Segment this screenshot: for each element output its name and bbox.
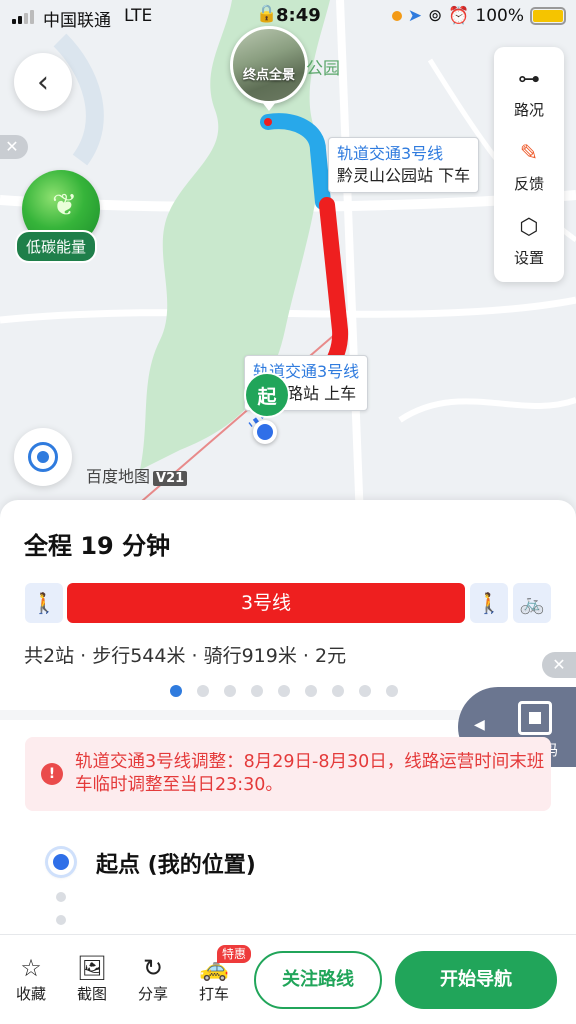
notice-text: 轨道交通3号线调整：8月29日-8月30日，线路运营时间末班车临时调整至当日23… [75,752,545,795]
page-dot [251,685,263,697]
share-label: 分享 [137,985,168,1003]
sprout-icon: ❦ [52,188,78,223]
page-dot [197,685,209,697]
carrier-label: 中国联通 [43,11,111,31]
page-dot [170,685,182,697]
screen-lock-icon: ⊚ [427,6,443,26]
metro-line-segment[interactable]: 3号线 [67,583,465,623]
origin-label: 起点 (我的位置) [96,853,256,878]
clock: 8:49 [276,5,321,26]
signal-icon [12,10,34,24]
route-step-dots [56,892,66,938]
my-location-dot [253,420,277,444]
logo-version: V21 [153,471,188,486]
crosshair-icon [28,442,58,472]
bike-segment[interactable]: 🚲 [513,583,551,623]
back-button[interactable]: ‹ [14,53,72,111]
battery-icon [530,7,566,25]
walk-icon: 🚶 [476,591,502,615]
service-notice[interactable]: ! 轨道交通3号线调整：8月29日-8月30日，线路运营时间末班车临时调整至当日… [25,737,551,811]
endpoint-panorama-label: 终点全景 [242,68,295,83]
logo-text: 百度地图 [86,467,151,486]
walk-segment[interactable]: 🚶 [25,583,63,623]
traffic-button[interactable]: ⊶ 路况 [494,65,564,120]
bottom-action-bar: ☆ 收藏 🖼 截图 ↻ 分享 🚕 打车 特惠 关注路线 开始导航 [0,934,576,1024]
panorama-pointer [262,102,276,111]
feedback-button[interactable]: ✎ 反馈 [494,139,564,194]
star-icon: ☆ [20,954,42,982]
lock-icon: 🔒 [256,4,278,24]
screenshot-button[interactable]: 🖼 截图 [67,953,117,1004]
alight-line-label: 轨道交通3号线 [337,144,444,163]
favorite-button[interactable]: ☆ 收藏 [6,953,56,1004]
traffic-icon: ⊶ [518,67,540,92]
route-screen: 中国联通 LTE 🔒 8:49 ➤ ⊚ ⏰ 100% ‹ 终点全景 公园 ✕ ❦… [0,0,576,1024]
qr-code-icon [518,701,552,735]
status-bar: 中国联通 LTE 🔒 8:49 ➤ ⊚ ⏰ 100% [0,0,576,34]
page-indicator [170,685,398,697]
page-dot [332,685,344,697]
traffic-label: 路况 [513,101,544,119]
walk-segment-end[interactable]: 🚶 [470,583,508,623]
alight-station-callout[interactable]: 轨道交通3号线 黔灵山公园站 下车 [328,137,480,193]
share-icon: ↻ [142,954,164,982]
taxi-discount-badge: 特惠 [217,945,252,963]
favorite-label: 收藏 [15,985,46,1003]
battery-percent: 100% [475,6,524,26]
network-label: LTE [124,6,153,26]
chevron-left-icon: ‹ [37,64,49,100]
settings-button[interactable]: ⬡ 设置 [494,213,564,268]
bike-icon: 🚲 [519,591,545,615]
page-dot [386,685,398,697]
page-dot [224,685,236,697]
feedback-icon: ✎ [519,141,539,166]
info-icon: ! [41,763,63,785]
navigation-arrow-icon: ➤ [407,6,422,26]
alight-station-label: 黔灵山公园站 下车 [337,166,471,185]
start-marker: 起 [244,372,290,418]
feedback-label: 反馈 [513,175,544,193]
walk-icon: 🚶 [31,591,57,615]
page-dot [359,685,371,697]
low-carbon-label[interactable]: 低碳能量 [15,230,98,263]
close-icon[interactable]: ✕ [0,135,28,159]
page-dot [305,685,317,697]
location-dot-icon [391,11,402,21]
screenshot-label: 截图 [76,985,107,1003]
start-navigation-button[interactable]: 开始导航 [395,951,557,1009]
route-duration-title: 全程 19 分钟 [24,532,171,560]
map-view[interactable]: 中国联通 LTE 🔒 8:49 ➤ ⊚ ⏰ 100% ‹ 终点全景 公园 ✕ ❦… [0,0,576,520]
park-label: 公园 [306,59,340,79]
ride-code-close-icon[interactable]: ✕ [542,652,576,678]
follow-route-button[interactable]: 关注路线 [254,951,382,1009]
chevron-left-icon: ◀ [474,717,485,733]
map-side-panel: ⊶ 路况 ✎ 反馈 ⬡ 设置 [494,47,564,282]
page-dot [278,685,290,697]
map-logo: 百度地图 V21 [86,463,188,487]
locate-button[interactable] [14,428,72,486]
settings-label: 设置 [513,249,544,267]
alarm-icon: ⏰ [448,6,470,26]
share-button[interactable]: ↻ 分享 [128,953,178,1004]
taxi-label: 打车 [198,985,229,1003]
image-icon: 🖼 [76,954,108,982]
endpoint-panorama-button[interactable]: 终点全景 [230,26,308,104]
route-summary: 共2站 · 步行544米 · 骑行919米 · 2元 [24,645,347,667]
gear-icon: ⬡ [519,215,539,240]
origin-dot-icon [48,849,74,875]
